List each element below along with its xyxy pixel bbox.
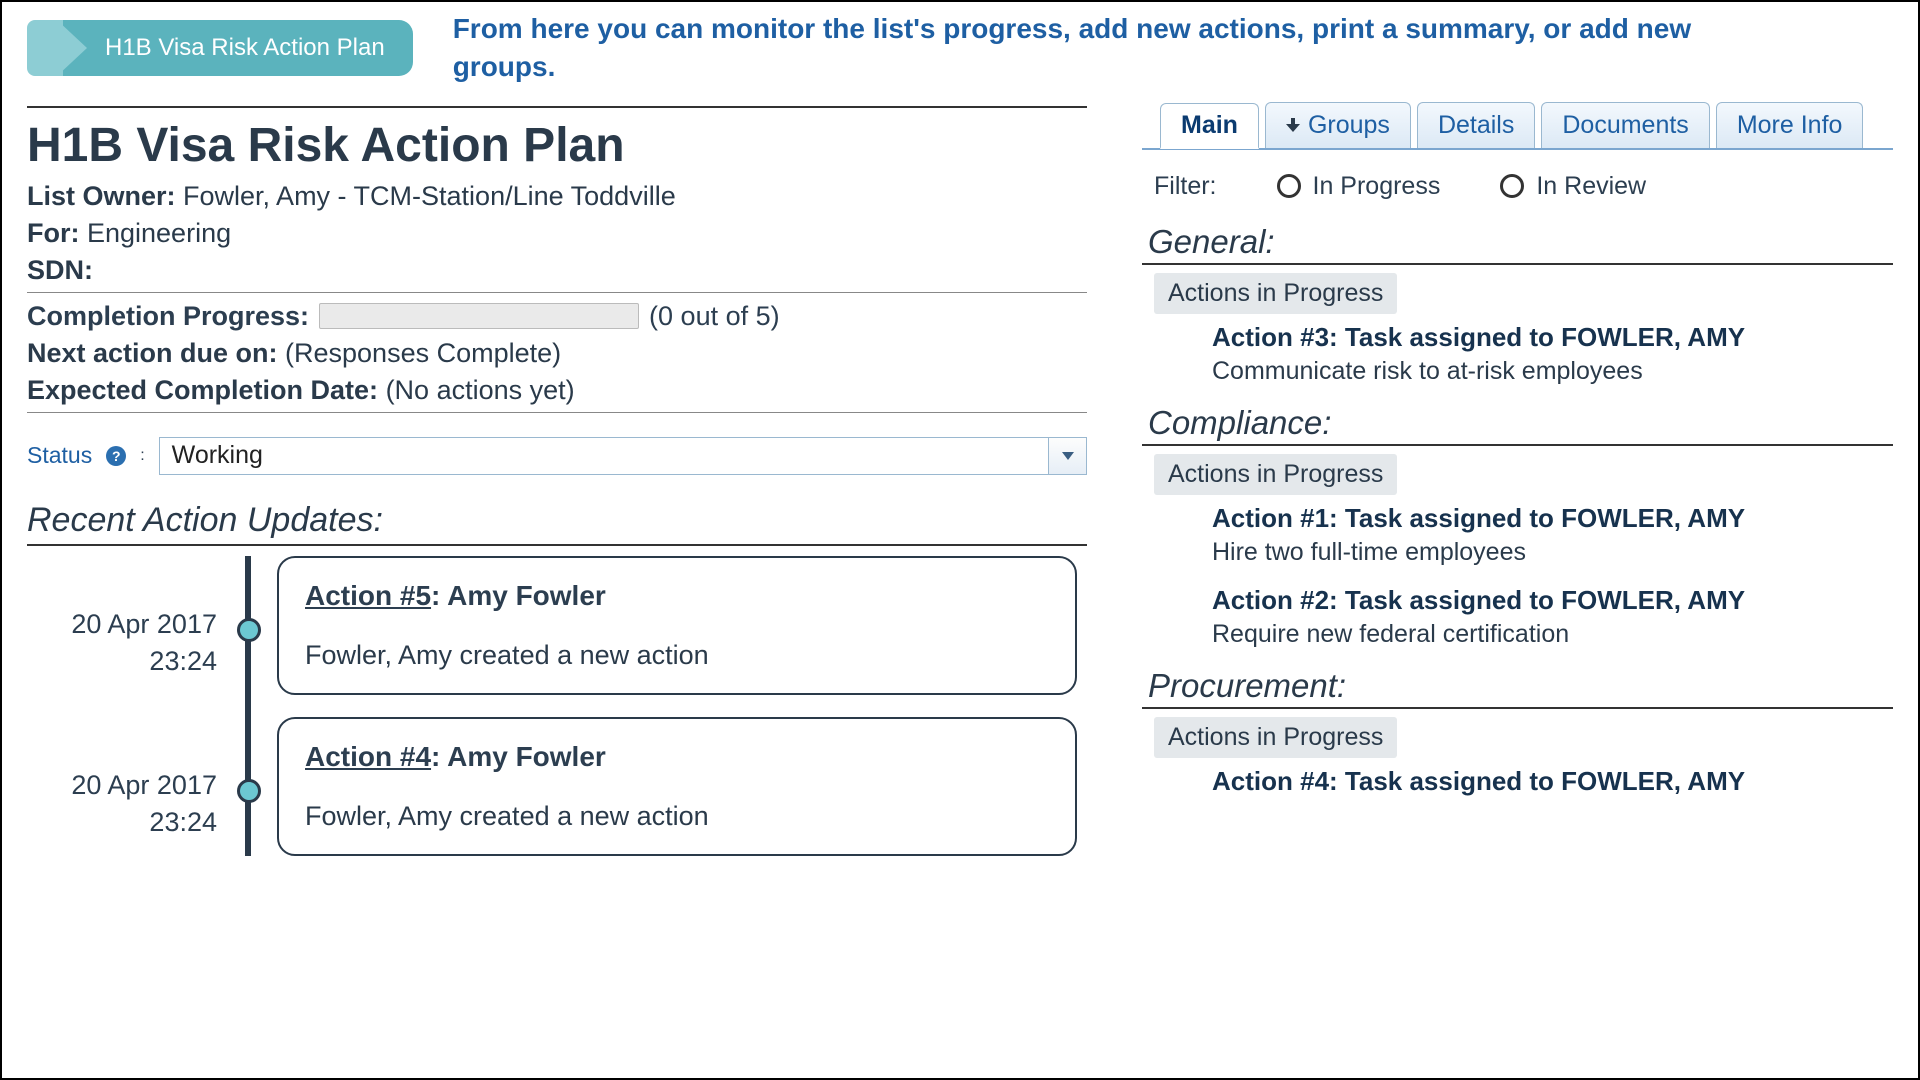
for-value: Engineering xyxy=(79,218,231,248)
radio-icon xyxy=(1500,174,1524,198)
status-select[interactable]: Working xyxy=(159,437,1087,475)
timeline-item: 20 Apr 2017 23:24 Action #5: Amy Fowler … xyxy=(227,556,1087,695)
group-procurement: Procurement: Actions in Progress Action … xyxy=(1142,667,1893,797)
breadcrumb[interactable]: H1B Visa Risk Action Plan xyxy=(27,20,413,76)
action-desc: Communicate risk to at-risk employees xyxy=(1212,357,1893,386)
timeline: 20 Apr 2017 23:24 Action #5: Amy Fowler … xyxy=(27,556,1087,856)
sdn-label: SDN: xyxy=(27,255,93,285)
intro-text: From here you can monitor the list's pro… xyxy=(453,10,1753,86)
tab-documents[interactable]: Documents xyxy=(1541,102,1709,148)
filter-in-progress-label: In Progress xyxy=(1313,172,1441,201)
next-due-value: (Responses Complete) xyxy=(278,338,562,368)
completion-label: Completion Progress: xyxy=(27,301,309,332)
timeline-dot-icon xyxy=(237,618,261,642)
tab-main[interactable]: Main xyxy=(1160,103,1259,149)
divider xyxy=(1142,444,1893,446)
radio-icon xyxy=(1277,174,1301,198)
timeline-time: 23:24 xyxy=(27,643,217,681)
action-head: Action #3: Task assigned to FOWLER, AMY xyxy=(1212,322,1893,353)
actions-in-progress-badge: Actions in Progress xyxy=(1154,454,1397,495)
tab-groups-label: Groups xyxy=(1308,111,1390,140)
breadcrumb-chevron-icon xyxy=(57,20,87,76)
action-head: Action #2: Task assigned to FOWLER, AMY xyxy=(1212,585,1893,616)
group-title: Compliance: xyxy=(1148,404,1893,442)
tab-groups[interactable]: Groups xyxy=(1265,102,1411,148)
page-title: H1B Visa Risk Action Plan xyxy=(27,118,1087,173)
group-compliance: Compliance: Actions in Progress Action #… xyxy=(1142,404,1893,649)
breadcrumb-label: H1B Visa Risk Action Plan xyxy=(63,20,413,76)
tab-details[interactable]: Details xyxy=(1417,102,1535,148)
chevron-down-icon xyxy=(1062,452,1074,460)
action-head: Action #1: Task assigned to FOWLER, AMY xyxy=(1212,503,1893,534)
download-arrow-icon xyxy=(1286,118,1300,132)
filter-in-progress[interactable]: In Progress xyxy=(1277,172,1441,201)
filter-in-review[interactable]: In Review xyxy=(1500,172,1646,201)
next-due-label: Next action due on: xyxy=(27,338,278,368)
timeline-date: 20 Apr 2017 xyxy=(27,767,217,805)
actions-in-progress-badge: Actions in Progress xyxy=(1154,273,1397,314)
status-label: Status xyxy=(27,442,92,469)
divider xyxy=(1142,707,1893,709)
expected-label: Expected Completion Date: xyxy=(27,375,378,405)
divider xyxy=(27,292,1087,293)
recent-updates-heading: Recent Action Updates: xyxy=(27,501,1087,540)
progress-bar xyxy=(319,303,639,329)
group-title: Procurement: xyxy=(1148,667,1893,705)
action-item[interactable]: Action #1: Task assigned to FOWLER, AMY … xyxy=(1212,503,1893,567)
tab-more-info[interactable]: More Info xyxy=(1716,102,1864,148)
action-author: : Amy Fowler xyxy=(431,580,606,611)
timeline-body: Fowler, Amy created a new action xyxy=(305,640,1049,671)
status-select-value: Working xyxy=(160,441,1048,470)
owner-value: Fowler, Amy - TCM-Station/Line Toddville xyxy=(176,181,676,211)
owner-label: List Owner: xyxy=(27,181,176,211)
help-icon[interactable]: ? xyxy=(106,446,126,466)
status-label-suffix: : xyxy=(140,447,144,465)
group-general: General: Actions in Progress Action #3: … xyxy=(1142,223,1893,386)
timeline-card[interactable]: Action #5: Amy Fowler Fowler, Amy create… xyxy=(277,556,1077,695)
timeline-dot-icon xyxy=(237,779,261,803)
divider xyxy=(27,106,1087,108)
action-desc: Require new federal certification xyxy=(1212,620,1893,649)
tabs: Main Groups Details Documents More Info xyxy=(1142,102,1893,150)
divider xyxy=(1142,263,1893,265)
timeline-time: 23:24 xyxy=(27,804,217,842)
action-head: Action #4: Task assigned to FOWLER, AMY xyxy=(1212,766,1893,797)
action-link[interactable]: Action #4 xyxy=(305,741,431,772)
filter-in-review-label: In Review xyxy=(1536,172,1646,201)
for-label: For: xyxy=(27,218,79,248)
timeline-item: 20 Apr 2017 23:24 Action #4: Amy Fowler … xyxy=(227,717,1087,856)
group-title: General: xyxy=(1148,223,1893,261)
actions-in-progress-badge: Actions in Progress xyxy=(1154,717,1397,758)
divider xyxy=(27,544,1087,546)
filter-label: Filter: xyxy=(1154,172,1217,201)
action-link[interactable]: Action #5 xyxy=(305,580,431,611)
action-desc: Hire two full-time employees xyxy=(1212,538,1893,567)
timeline-date: 20 Apr 2017 xyxy=(27,606,217,644)
expected-value: (No actions yet) xyxy=(378,375,575,405)
completion-count: (0 out of 5) xyxy=(649,301,780,332)
action-author: : Amy Fowler xyxy=(431,741,606,772)
action-item[interactable]: Action #3: Task assigned to FOWLER, AMY … xyxy=(1212,322,1893,386)
divider xyxy=(27,412,1087,413)
timeline-body: Fowler, Amy created a new action xyxy=(305,801,1049,832)
timeline-card[interactable]: Action #4: Amy Fowler Fowler, Amy create… xyxy=(277,717,1077,856)
status-select-toggle[interactable] xyxy=(1048,438,1086,474)
action-item[interactable]: Action #4: Task assigned to FOWLER, AMY xyxy=(1212,766,1893,797)
action-item[interactable]: Action #2: Task assigned to FOWLER, AMY … xyxy=(1212,585,1893,649)
